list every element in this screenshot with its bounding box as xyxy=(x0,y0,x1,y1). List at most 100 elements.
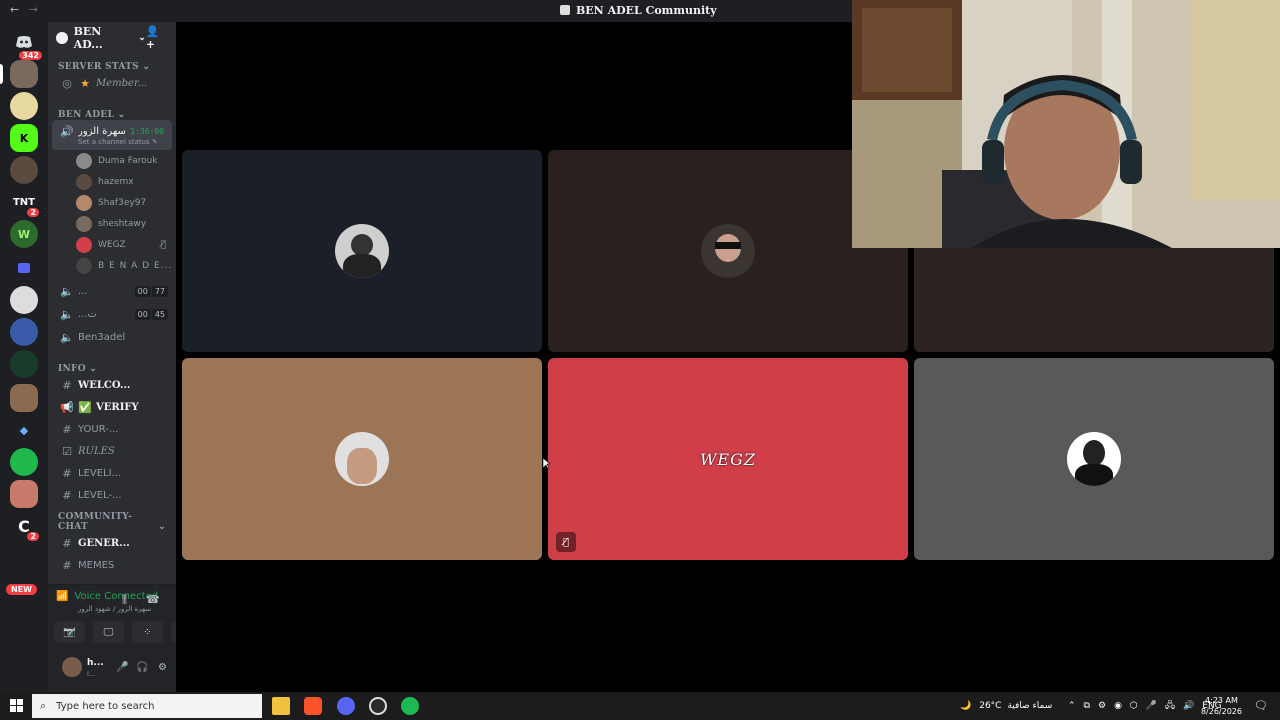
notifications-icon[interactable]: 🗨 xyxy=(1254,699,1268,712)
video-tile[interactable] xyxy=(182,358,542,560)
count-limit: 45 xyxy=(151,308,168,320)
selected-pill xyxy=(0,64,3,84)
clock-time: 4:23 AM xyxy=(1205,696,1238,705)
server-banana[interactable] xyxy=(10,92,38,120)
channel-name: LEVELI... xyxy=(78,467,122,479)
category-ben-adel[interactable]: BEN ADEL ⌄ xyxy=(48,102,176,120)
text-channel[interactable]: ☑ RULES xyxy=(48,440,176,462)
server-c[interactable]: C2 xyxy=(10,512,41,543)
server-avatar-5[interactable] xyxy=(10,384,38,412)
voice-channel-active[interactable]: 🔊 سهرة الزور 1:36:00 Set a channel statu… xyxy=(52,120,172,150)
category-server-stats[interactable]: SERVER STATS ⌄ xyxy=(48,54,176,72)
voice-member[interactable]: WEGZ 🎙̸ xyxy=(48,234,176,255)
weather-widget[interactable]: 🌙 26°C سماء صافية xyxy=(960,692,1052,720)
voice-status[interactable]: 📶 Voice Connected xyxy=(56,591,158,602)
network-icon[interactable]: 🖧 xyxy=(1165,698,1175,714)
server-header[interactable]: BEN AD... ⌄ 👤+ xyxy=(48,22,176,54)
text-channel[interactable]: # YOUR-... xyxy=(48,418,176,440)
webcam-scene xyxy=(852,0,1280,248)
noise-suppression-icon[interactable]: ⫼ xyxy=(122,593,127,607)
video-tile[interactable] xyxy=(182,150,542,352)
forward-button[interactable]: → xyxy=(29,3,38,16)
text-channel[interactable]: # LEVEL-... xyxy=(48,484,176,506)
discord-app: ← → BEN ADEL Community 342 K TNT 2 W ◆ C2… xyxy=(0,0,1280,692)
windows-taskbar: ⌕ Type here to search 🌙 26°C سماء صافية … xyxy=(0,692,1280,720)
server-avatar-8[interactable] xyxy=(10,480,38,508)
signal-icon: 📶 xyxy=(56,591,69,602)
voice-channel[interactable]: 🔈 Ben3adel xyxy=(48,326,176,348)
muted-icon: 🎙̸ xyxy=(556,532,576,552)
server-avatar-7[interactable] xyxy=(10,448,38,476)
chevron-up-icon[interactable]: ⌃ xyxy=(1068,701,1076,711)
voice-timer: 1:36:00 xyxy=(130,126,164,136)
hash-icon: # xyxy=(62,558,72,572)
microphone-icon[interactable]: 🎤 xyxy=(116,662,128,673)
text-channel[interactable]: # WELCO... xyxy=(48,374,176,396)
discord-taskbar-icon[interactable] xyxy=(337,697,355,715)
server-avatar-4[interactable] xyxy=(10,350,38,378)
channel-name: Member... xyxy=(96,77,148,89)
window-title: BEN ADEL Community xyxy=(560,4,717,17)
brave-browser-icon[interactable] xyxy=(304,697,322,715)
headphones-icon[interactable]: 🎧 xyxy=(136,662,148,673)
voice-member[interactable]: Shaf3ey97 xyxy=(48,192,176,213)
channel-name: LEVEL-... xyxy=(78,489,122,501)
tray-icon[interactable]: ◉ xyxy=(1114,701,1122,711)
spotify-icon[interactable] xyxy=(401,697,419,715)
server-avatar-1[interactable] xyxy=(10,156,38,184)
speaker-icon: 🔊 xyxy=(60,124,74,138)
file-explorer-icon[interactable] xyxy=(272,697,290,715)
text-channel[interactable]: # GENER... xyxy=(48,532,176,554)
tray-icon[interactable]: ⧉ xyxy=(1084,701,1090,711)
discord-logo-icon xyxy=(16,36,32,48)
video-tile-wegz[interactable]: WEGZ 🎙̸ xyxy=(548,358,908,560)
channel-name: RULES xyxy=(78,445,115,457)
microphone-icon[interactable]: 🎤 xyxy=(1146,701,1157,711)
voice-member[interactable]: B E N A D E... xyxy=(48,255,176,276)
channel-members-stat[interactable]: ◎ ★ Member... xyxy=(48,72,176,94)
hash-icon: # xyxy=(62,536,72,550)
activities-icon: ⁘ xyxy=(143,626,152,638)
voice-member[interactable]: hazemx xyxy=(48,171,176,192)
text-channel[interactable]: # LEVELI... xyxy=(48,462,176,484)
clock[interactable]: 4:23 AM 8/26/2026 xyxy=(1201,695,1242,717)
text-channel[interactable]: # MEMES xyxy=(48,554,176,576)
taskbar-search[interactable]: ⌕ Type here to search xyxy=(32,694,262,718)
voice-member[interactable]: sheshtawy xyxy=(48,213,176,234)
invite-icon[interactable]: 👤+ xyxy=(146,25,168,51)
category-info[interactable]: INFO ⌄ xyxy=(48,356,176,374)
screen-share-button[interactable]: 🖵 xyxy=(93,621,124,643)
voice-member[interactable]: Duma Farouk xyxy=(48,150,176,171)
gear-icon[interactable]: ⚙ xyxy=(158,662,167,673)
server-folder[interactable] xyxy=(10,254,38,282)
tray-icon[interactable]: ⚙ xyxy=(1098,701,1106,711)
back-button[interactable]: ← xyxy=(10,3,19,16)
server-ben-adel[interactable] xyxy=(10,60,38,88)
server-w[interactable]: W xyxy=(10,220,38,248)
server-avatar-3[interactable] xyxy=(10,318,38,346)
voice-channel[interactable]: 🔈 ... 00 77 xyxy=(48,280,176,302)
camera-off-button[interactable]: 📷̸ xyxy=(54,621,85,643)
video-tile[interactable] xyxy=(914,358,1274,560)
member-name: hazemx xyxy=(98,176,134,187)
disconnect-icon[interactable]: ☎ xyxy=(146,593,160,606)
category-community-chat[interactable]: COMMUNITY-CHAT ⌄ xyxy=(48,512,176,532)
channel-status-hint[interactable]: Set a channel status ✎ xyxy=(60,138,164,146)
server-avatar-2[interactable] xyxy=(10,286,38,314)
username: h... xyxy=(87,658,104,668)
voice-channel[interactable]: 🔈 ...ت 00 45 xyxy=(48,303,176,325)
server-kick[interactable]: K xyxy=(10,124,38,152)
obs-icon[interactable] xyxy=(369,697,387,715)
avatar[interactable] xyxy=(62,657,82,677)
start-button[interactable] xyxy=(10,699,23,712)
tray-icon[interactable]: ⬡ xyxy=(1130,701,1138,711)
activities-button[interactable]: ⁘ xyxy=(132,621,163,643)
text-channel[interactable]: 📢 ✅ VERIFY xyxy=(48,396,176,418)
category-label: BEN ADEL xyxy=(58,110,115,120)
server-tnt[interactable]: TNT 2 xyxy=(10,188,41,219)
server-avatar-6[interactable]: ◆ xyxy=(10,416,38,444)
user-limit-counter: 00 45 xyxy=(134,308,168,320)
volume-icon[interactable]: 🔊 xyxy=(1183,701,1194,711)
home-button[interactable]: 342 xyxy=(10,28,44,62)
new-badge[interactable]: NEW xyxy=(6,584,37,595)
